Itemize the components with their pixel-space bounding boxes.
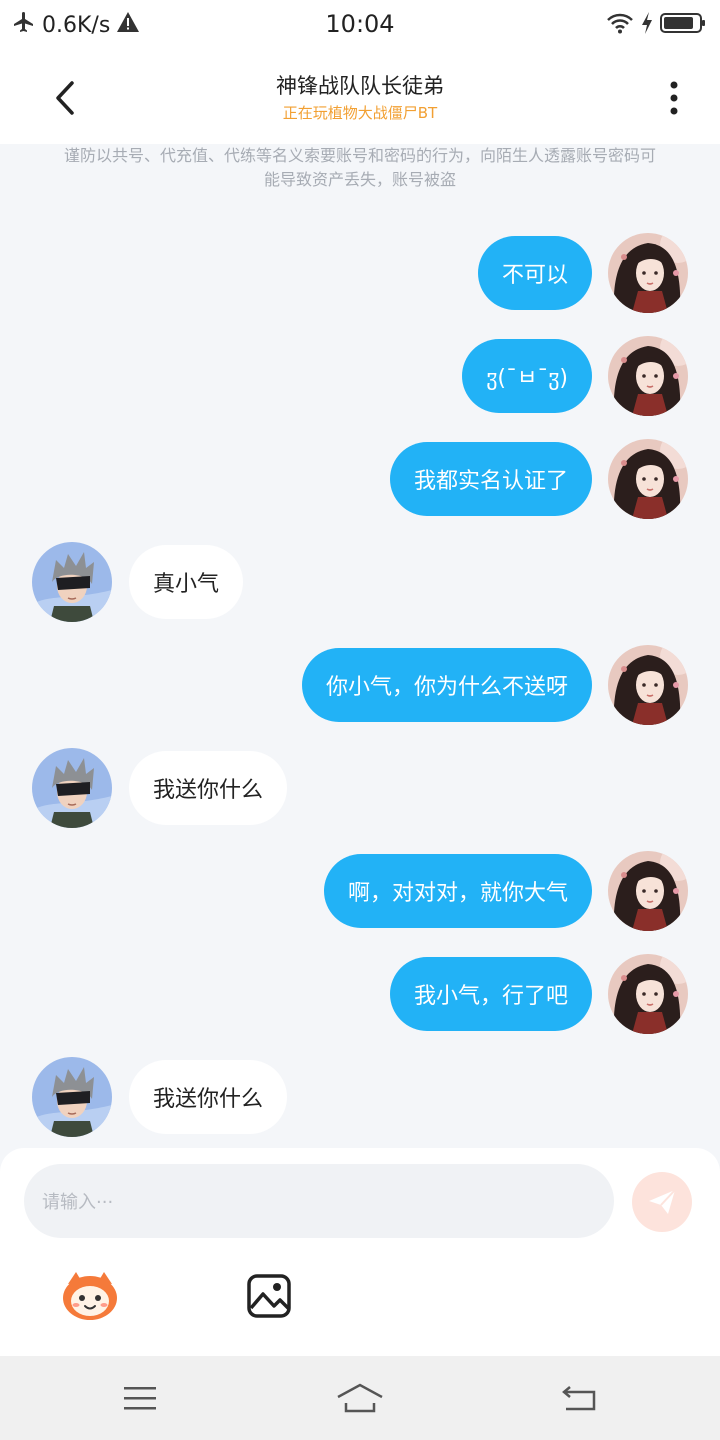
message-row: 你小气，你为什么不送呀: [0, 645, 720, 729]
battery-icon: [660, 11, 708, 39]
message-bubble-received[interactable]: 真小气: [129, 545, 244, 619]
message-bubble-sent[interactable]: 不可以: [477, 236, 592, 310]
status-bar: 0.6K/s 10:04: [0, 0, 720, 52]
self-avatar[interactable]: [608, 233, 688, 313]
message-bubble-sent[interactable]: 我小气，行了吧: [389, 957, 592, 1031]
back-button[interactable]: [40, 74, 88, 122]
nav-back-button[interactable]: [555, 1376, 605, 1420]
message-bubble-sent[interactable]: ჳ(¯ㅂ¯ჳ): [462, 339, 592, 413]
self-avatar[interactable]: [608, 439, 688, 519]
send-icon: [649, 1189, 676, 1214]
message-row: 我送你什么: [0, 748, 720, 832]
message-row: 我都实名认证了: [0, 439, 720, 523]
message-row: 真小气: [0, 542, 720, 626]
chat-title: 神锋战队队长徒弟: [276, 74, 444, 98]
system-nav-bar: [0, 1356, 720, 1440]
send-button[interactable]: [632, 1172, 692, 1232]
contact-avatar[interactable]: [32, 542, 112, 622]
contact-avatar[interactable]: [32, 1057, 112, 1137]
message-bubble-sent[interactable]: 你小气，你为什么不送呀: [301, 648, 592, 722]
nav-home-button[interactable]: [335, 1376, 385, 1420]
message-row: ჳ(¯ㅂ¯ჳ): [0, 336, 720, 420]
message-bubble-received[interactable]: 我送你什么: [129, 751, 288, 825]
message-row: 啊，对对对，就你大气: [0, 851, 720, 935]
status-bar-right: [606, 10, 708, 40]
back-arrow-icon: [562, 1386, 596, 1411]
self-avatar[interactable]: [608, 645, 688, 725]
self-avatar[interactable]: [608, 954, 688, 1034]
menu-icon: [124, 1387, 156, 1410]
security-warning: 谨防以共号、代充值、代练等名义索要账号和密码的行为，向陌生人透露账号密码可能导致…: [63, 146, 656, 189]
chevron-left-icon: [56, 81, 74, 115]
message-row: 不可以: [0, 233, 720, 317]
self-avatar[interactable]: [608, 851, 688, 931]
emoji-button[interactable]: [58, 1268, 122, 1324]
message-bubble-sent[interactable]: 我都实名认证了: [389, 442, 592, 516]
self-avatar[interactable]: [608, 336, 688, 416]
home-icon: [337, 1383, 383, 1413]
wifi-icon: [606, 12, 634, 38]
chat-subtitle: 正在玩植物大战僵尸BT: [282, 104, 438, 122]
more-vertical-icon: [670, 81, 678, 115]
message-bubble-received[interactable]: 我送你什么: [129, 1060, 288, 1134]
chat-header: 神锋战队队长徒弟 正在玩植物大战僵尸BT: [0, 52, 720, 144]
message-bubble-sent[interactable]: 啊，对对对，就你大气: [323, 854, 592, 928]
charging-icon: [640, 11, 654, 39]
nav-menu-button[interactable]: [115, 1376, 165, 1420]
message-row: 我小气，行了吧: [0, 954, 720, 1038]
mascot-emoji-icon: [63, 1272, 117, 1320]
image-icon: [247, 1274, 291, 1318]
image-button[interactable]: [245, 1272, 293, 1320]
message-input[interactable]: 请输入···: [24, 1164, 614, 1238]
composer-panel: 请输入···: [0, 1148, 720, 1356]
message-row: 我送你什么: [0, 1057, 720, 1141]
contact-avatar[interactable]: [32, 748, 112, 828]
more-options-button[interactable]: [650, 74, 698, 122]
